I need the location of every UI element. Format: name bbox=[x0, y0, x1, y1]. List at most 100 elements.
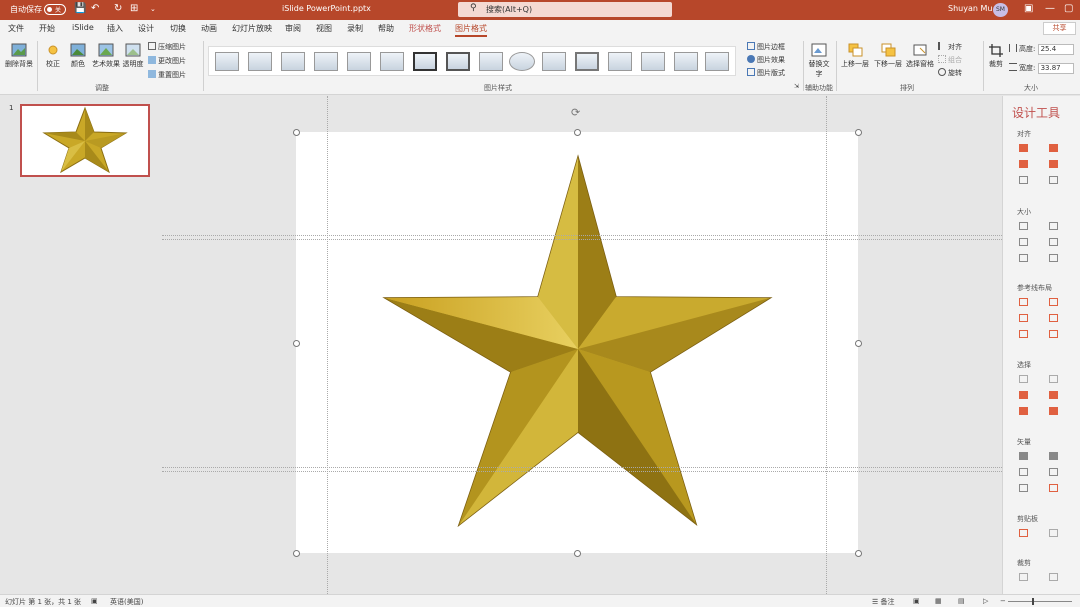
transparency-button[interactable]: 透明度 bbox=[121, 43, 145, 69]
size-icon[interactable] bbox=[1019, 254, 1028, 262]
tab-transitions[interactable]: 切换 bbox=[170, 23, 186, 34]
tab-review[interactable]: 审阅 bbox=[285, 23, 301, 34]
style-thumb[interactable] bbox=[413, 52, 437, 71]
send-backward-button[interactable]: 下移一层 bbox=[871, 43, 905, 69]
bring-forward-button[interactable]: 上移一层 bbox=[838, 43, 872, 69]
select-icon[interactable] bbox=[1019, 391, 1028, 399]
crop-tool-icon[interactable] bbox=[1049, 573, 1058, 581]
select-icon[interactable] bbox=[1049, 407, 1058, 415]
selection-pane-button[interactable]: 选择窗格 bbox=[903, 43, 937, 69]
vector-icon[interactable] bbox=[1049, 468, 1058, 476]
group-button[interactable]: 组合 bbox=[938, 55, 962, 65]
same-width-icon[interactable] bbox=[1019, 222, 1028, 230]
style-thumb[interactable] bbox=[314, 52, 338, 71]
height-input[interactable]: 25.4 bbox=[1037, 44, 1074, 55]
resize-handle[interactable] bbox=[293, 340, 300, 347]
select-icon[interactable] bbox=[1019, 407, 1028, 415]
guide-layout-icon[interactable] bbox=[1049, 330, 1058, 338]
tab-file[interactable]: 文件 bbox=[8, 23, 24, 34]
style-thumb[interactable] bbox=[215, 52, 239, 71]
style-thumb[interactable] bbox=[380, 52, 404, 71]
style-thumb[interactable] bbox=[281, 52, 305, 71]
distribute-icon[interactable] bbox=[1019, 176, 1028, 184]
select-icon[interactable] bbox=[1049, 391, 1058, 399]
quick-access-more-icon[interactable]: ⌄ bbox=[150, 5, 156, 13]
select-icon[interactable] bbox=[1049, 375, 1058, 383]
autosave-toggle[interactable]: 关 bbox=[44, 4, 66, 15]
resize-handle[interactable] bbox=[855, 129, 862, 136]
ribbon-display-icon[interactable]: ▣ bbox=[1024, 3, 1033, 14]
language[interactable]: 英语(美国) bbox=[110, 597, 143, 607]
dialog-launcher-icon[interactable]: ⇲ bbox=[794, 83, 799, 90]
guide-line[interactable] bbox=[327, 96, 328, 594]
reset-picture-button[interactable]: 重置图片 bbox=[148, 70, 186, 80]
picture-layout-button[interactable]: 图片版式 bbox=[747, 68, 785, 78]
avatar[interactable]: SM bbox=[993, 3, 1008, 17]
share-button[interactable]: 共享 bbox=[1043, 22, 1076, 35]
size-icon[interactable] bbox=[1049, 254, 1058, 262]
style-thumb[interactable] bbox=[347, 52, 371, 71]
accessibility-icon[interactable]: ▣ bbox=[91, 597, 98, 605]
guide-line[interactable] bbox=[162, 239, 1002, 240]
slide-sorter-icon[interactable]: ▦ bbox=[935, 597, 942, 605]
paste-icon[interactable] bbox=[1049, 529, 1058, 537]
zoom-slider[interactable] bbox=[1008, 601, 1072, 602]
vector-icon[interactable] bbox=[1019, 484, 1028, 492]
tab-home[interactable]: 开始 bbox=[39, 23, 55, 34]
crop-button[interactable]: 裁剪 bbox=[985, 43, 1007, 69]
slide-thumbnail[interactable] bbox=[20, 104, 150, 177]
width-input[interactable]: 33.87 bbox=[1037, 63, 1074, 74]
artistic-effects-button[interactable]: 艺术效果 bbox=[90, 43, 122, 69]
tab-slideshow[interactable]: 幻灯片放映 bbox=[232, 23, 272, 34]
style-thumb[interactable] bbox=[446, 52, 470, 71]
size-icon[interactable] bbox=[1049, 238, 1058, 246]
tab-record[interactable]: 录制 bbox=[347, 23, 363, 34]
vector-icon[interactable] bbox=[1049, 484, 1058, 492]
style-thumb[interactable] bbox=[248, 52, 272, 71]
style-thumb[interactable] bbox=[705, 52, 729, 71]
normal-view-icon[interactable]: ▣ bbox=[913, 597, 920, 605]
copy-icon[interactable] bbox=[1019, 529, 1028, 537]
save-icon[interactable]: 💾 bbox=[74, 3, 86, 14]
guide-line[interactable] bbox=[162, 471, 1002, 472]
search-box[interactable]: ⚲ 搜索(Alt+Q) bbox=[458, 2, 672, 17]
star-image[interactable] bbox=[296, 132, 858, 553]
vector-icon[interactable] bbox=[1019, 452, 1028, 460]
style-thumb[interactable] bbox=[575, 52, 599, 71]
style-thumb[interactable] bbox=[641, 52, 665, 71]
corrections-button[interactable]: 校正 bbox=[40, 43, 66, 69]
undo-icon[interactable]: ↶ bbox=[91, 3, 99, 14]
guide-layout-icon[interactable] bbox=[1019, 330, 1028, 338]
select-icon[interactable] bbox=[1019, 375, 1028, 383]
guide-line[interactable] bbox=[826, 96, 827, 594]
redo-icon[interactable]: ↻ bbox=[114, 3, 122, 14]
user-name[interactable]: Shuyan Mu bbox=[948, 4, 992, 13]
tab-insert[interactable]: 插入 bbox=[107, 23, 123, 34]
remove-background-button[interactable]: 删除背景 bbox=[4, 43, 34, 69]
notes-button[interactable]: ☰ 备注 bbox=[872, 597, 895, 607]
style-thumb[interactable] bbox=[509, 52, 535, 71]
maximize-icon[interactable]: ▢ bbox=[1064, 3, 1073, 14]
crop-tool-icon[interactable] bbox=[1019, 573, 1028, 581]
vector-icon[interactable] bbox=[1049, 452, 1058, 460]
align-left-icon[interactable] bbox=[1019, 144, 1028, 152]
resize-handle[interactable] bbox=[855, 340, 862, 347]
style-thumb[interactable] bbox=[608, 52, 632, 71]
rotate-handle-icon[interactable]: ⟳ bbox=[571, 106, 580, 119]
compress-pictures-button[interactable]: 压缩图片 bbox=[148, 42, 186, 52]
zoom-out-icon[interactable]: − bbox=[1000, 597, 1006, 605]
tab-islide[interactable]: iSlide bbox=[72, 23, 94, 32]
tab-help[interactable]: 帮助 bbox=[378, 23, 394, 34]
guide-layout-icon[interactable] bbox=[1019, 298, 1028, 306]
distribute-icon[interactable] bbox=[1049, 176, 1058, 184]
tab-animations[interactable]: 动画 bbox=[201, 23, 217, 34]
resize-handle[interactable] bbox=[574, 550, 581, 557]
same-height-icon[interactable] bbox=[1049, 222, 1058, 230]
reading-view-icon[interactable]: ▤ bbox=[958, 597, 965, 605]
height-field[interactable]: 高度: 25.4 bbox=[1009, 44, 1074, 55]
rotate-button[interactable]: 旋转 bbox=[938, 68, 962, 78]
guide-line[interactable] bbox=[162, 235, 1002, 236]
picture-border-button[interactable]: 图片边框 bbox=[747, 42, 785, 52]
resize-handle[interactable] bbox=[574, 129, 581, 136]
guide-layout-icon[interactable] bbox=[1049, 298, 1058, 306]
